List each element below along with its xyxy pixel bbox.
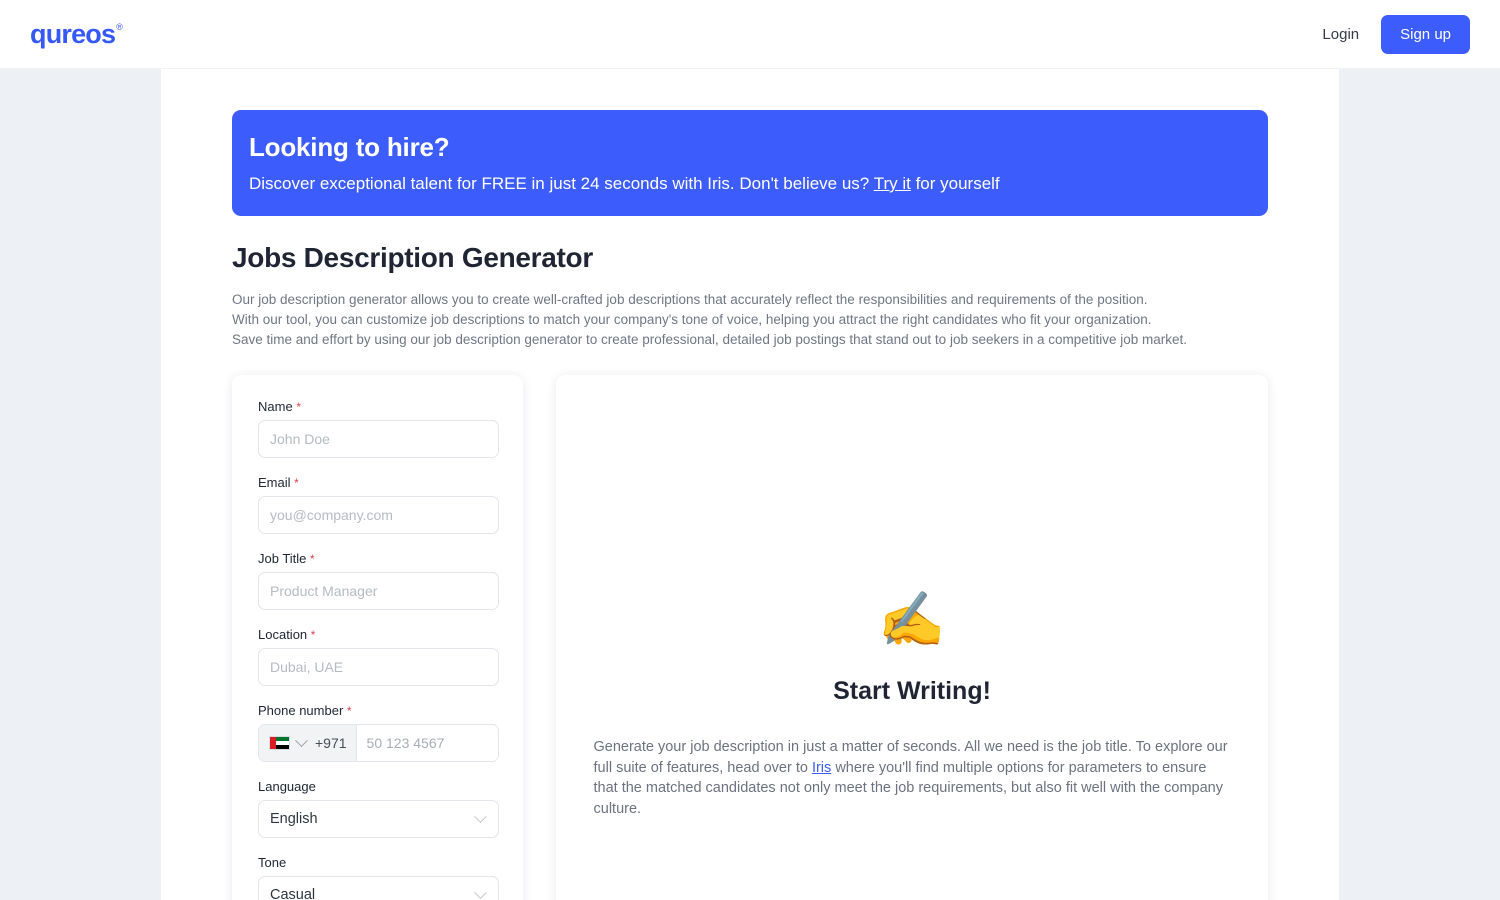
location-label: Location * bbox=[258, 627, 497, 642]
hire-promo-banner: Looking to hire? Discover exceptional ta… bbox=[232, 110, 1268, 217]
uae-flag-icon bbox=[269, 736, 290, 751]
name-label-text: Name bbox=[258, 399, 293, 415]
banner-text-after: for yourself bbox=[915, 174, 1000, 193]
phone-label-text: Phone number bbox=[258, 703, 344, 719]
location-label-text: Location bbox=[258, 627, 308, 643]
writing-hand-icon: ✍ bbox=[878, 590, 946, 651]
result-panel: ✍ Start Writing! Generate your job descr… bbox=[556, 375, 1268, 900]
header-actions: Login Sign up bbox=[1322, 14, 1470, 54]
name-label: Name * bbox=[258, 399, 497, 414]
email-input[interactable] bbox=[258, 496, 499, 535]
field-location: Location * bbox=[258, 627, 499, 687]
email-label-text: Email bbox=[258, 475, 291, 491]
signup-button[interactable]: Sign up bbox=[1381, 14, 1470, 54]
qureos-logo[interactable]: qureos ® bbox=[30, 18, 123, 49]
country-code-selector[interactable]: +971 bbox=[259, 725, 357, 762]
result-title: Start Writing! bbox=[833, 677, 991, 706]
logo-trademark: ® bbox=[116, 21, 123, 32]
job-description-form: Name * Email * Job Title * Location * bbox=[232, 375, 523, 900]
banner-subtext: Discover exceptional talent for FREE in … bbox=[249, 174, 1250, 194]
location-required-marker: * bbox=[310, 628, 316, 643]
email-label: Email * bbox=[258, 475, 497, 490]
language-label: Language bbox=[258, 779, 316, 795]
chevron-down-icon bbox=[474, 809, 487, 823]
phone-required-marker: * bbox=[346, 704, 352, 719]
page-description: Our job description generator allows you… bbox=[232, 290, 1268, 349]
job-title-input[interactable] bbox=[258, 572, 499, 611]
job-title-required-marker: * bbox=[310, 552, 315, 567]
banner-text-before: Discover exceptional talent for FREE in … bbox=[249, 174, 870, 193]
banner-heading: Looking to hire? bbox=[249, 132, 450, 162]
job-title-label: Job Title * bbox=[258, 551, 497, 566]
field-tone: Tone Casual bbox=[258, 855, 499, 900]
chevron-down-icon bbox=[295, 733, 308, 747]
generator-layout: Name * Email * Job Title * Location * bbox=[232, 375, 1268, 900]
iris-link[interactable]: Iris bbox=[812, 760, 831, 776]
phone-label: Phone number * bbox=[258, 703, 497, 718]
language-selected-value: English bbox=[270, 811, 318, 828]
chevron-down-icon bbox=[474, 885, 487, 899]
name-input[interactable] bbox=[258, 420, 499, 459]
email-required-marker: * bbox=[294, 476, 299, 491]
language-select[interactable]: English bbox=[258, 800, 499, 839]
field-language: Language English bbox=[258, 779, 499, 839]
site-header: qureos ® Login Sign up bbox=[0, 0, 1500, 69]
description-line-2: With our tool, you can customize job des… bbox=[232, 311, 1152, 327]
field-email: Email * bbox=[258, 475, 499, 535]
field-name: Name * bbox=[258, 399, 499, 459]
name-required-marker: * bbox=[296, 400, 301, 415]
description-line-3: Save time and effort by using our job de… bbox=[232, 331, 1188, 347]
content-container: Looking to hire? Discover exceptional ta… bbox=[161, 69, 1339, 900]
result-description: Generate your job description in just a … bbox=[594, 737, 1231, 819]
login-link[interactable]: Login bbox=[1322, 26, 1359, 43]
job-title-label-text: Job Title bbox=[258, 551, 307, 567]
page-background: Looking to hire? Discover exceptional ta… bbox=[0, 69, 1500, 900]
page-title: Jobs Description Generator bbox=[232, 242, 593, 274]
tone-label: Tone bbox=[258, 855, 287, 871]
field-job-title: Job Title * bbox=[258, 551, 499, 611]
tone-select[interactable]: Casual bbox=[258, 876, 499, 900]
description-line-1: Our job description generator allows you… bbox=[232, 292, 1148, 308]
phone-input-group: +971 bbox=[258, 724, 499, 763]
banner-try-it-link[interactable]: Try it bbox=[874, 174, 911, 193]
phone-number-input[interactable] bbox=[356, 725, 498, 762]
logo-text: qureos bbox=[30, 18, 116, 49]
tone-selected-value: Casual bbox=[270, 887, 316, 900]
dial-code-text: +971 bbox=[315, 735, 347, 752]
location-input[interactable] bbox=[258, 648, 499, 687]
field-phone: Phone number * +971 bbox=[258, 703, 499, 763]
